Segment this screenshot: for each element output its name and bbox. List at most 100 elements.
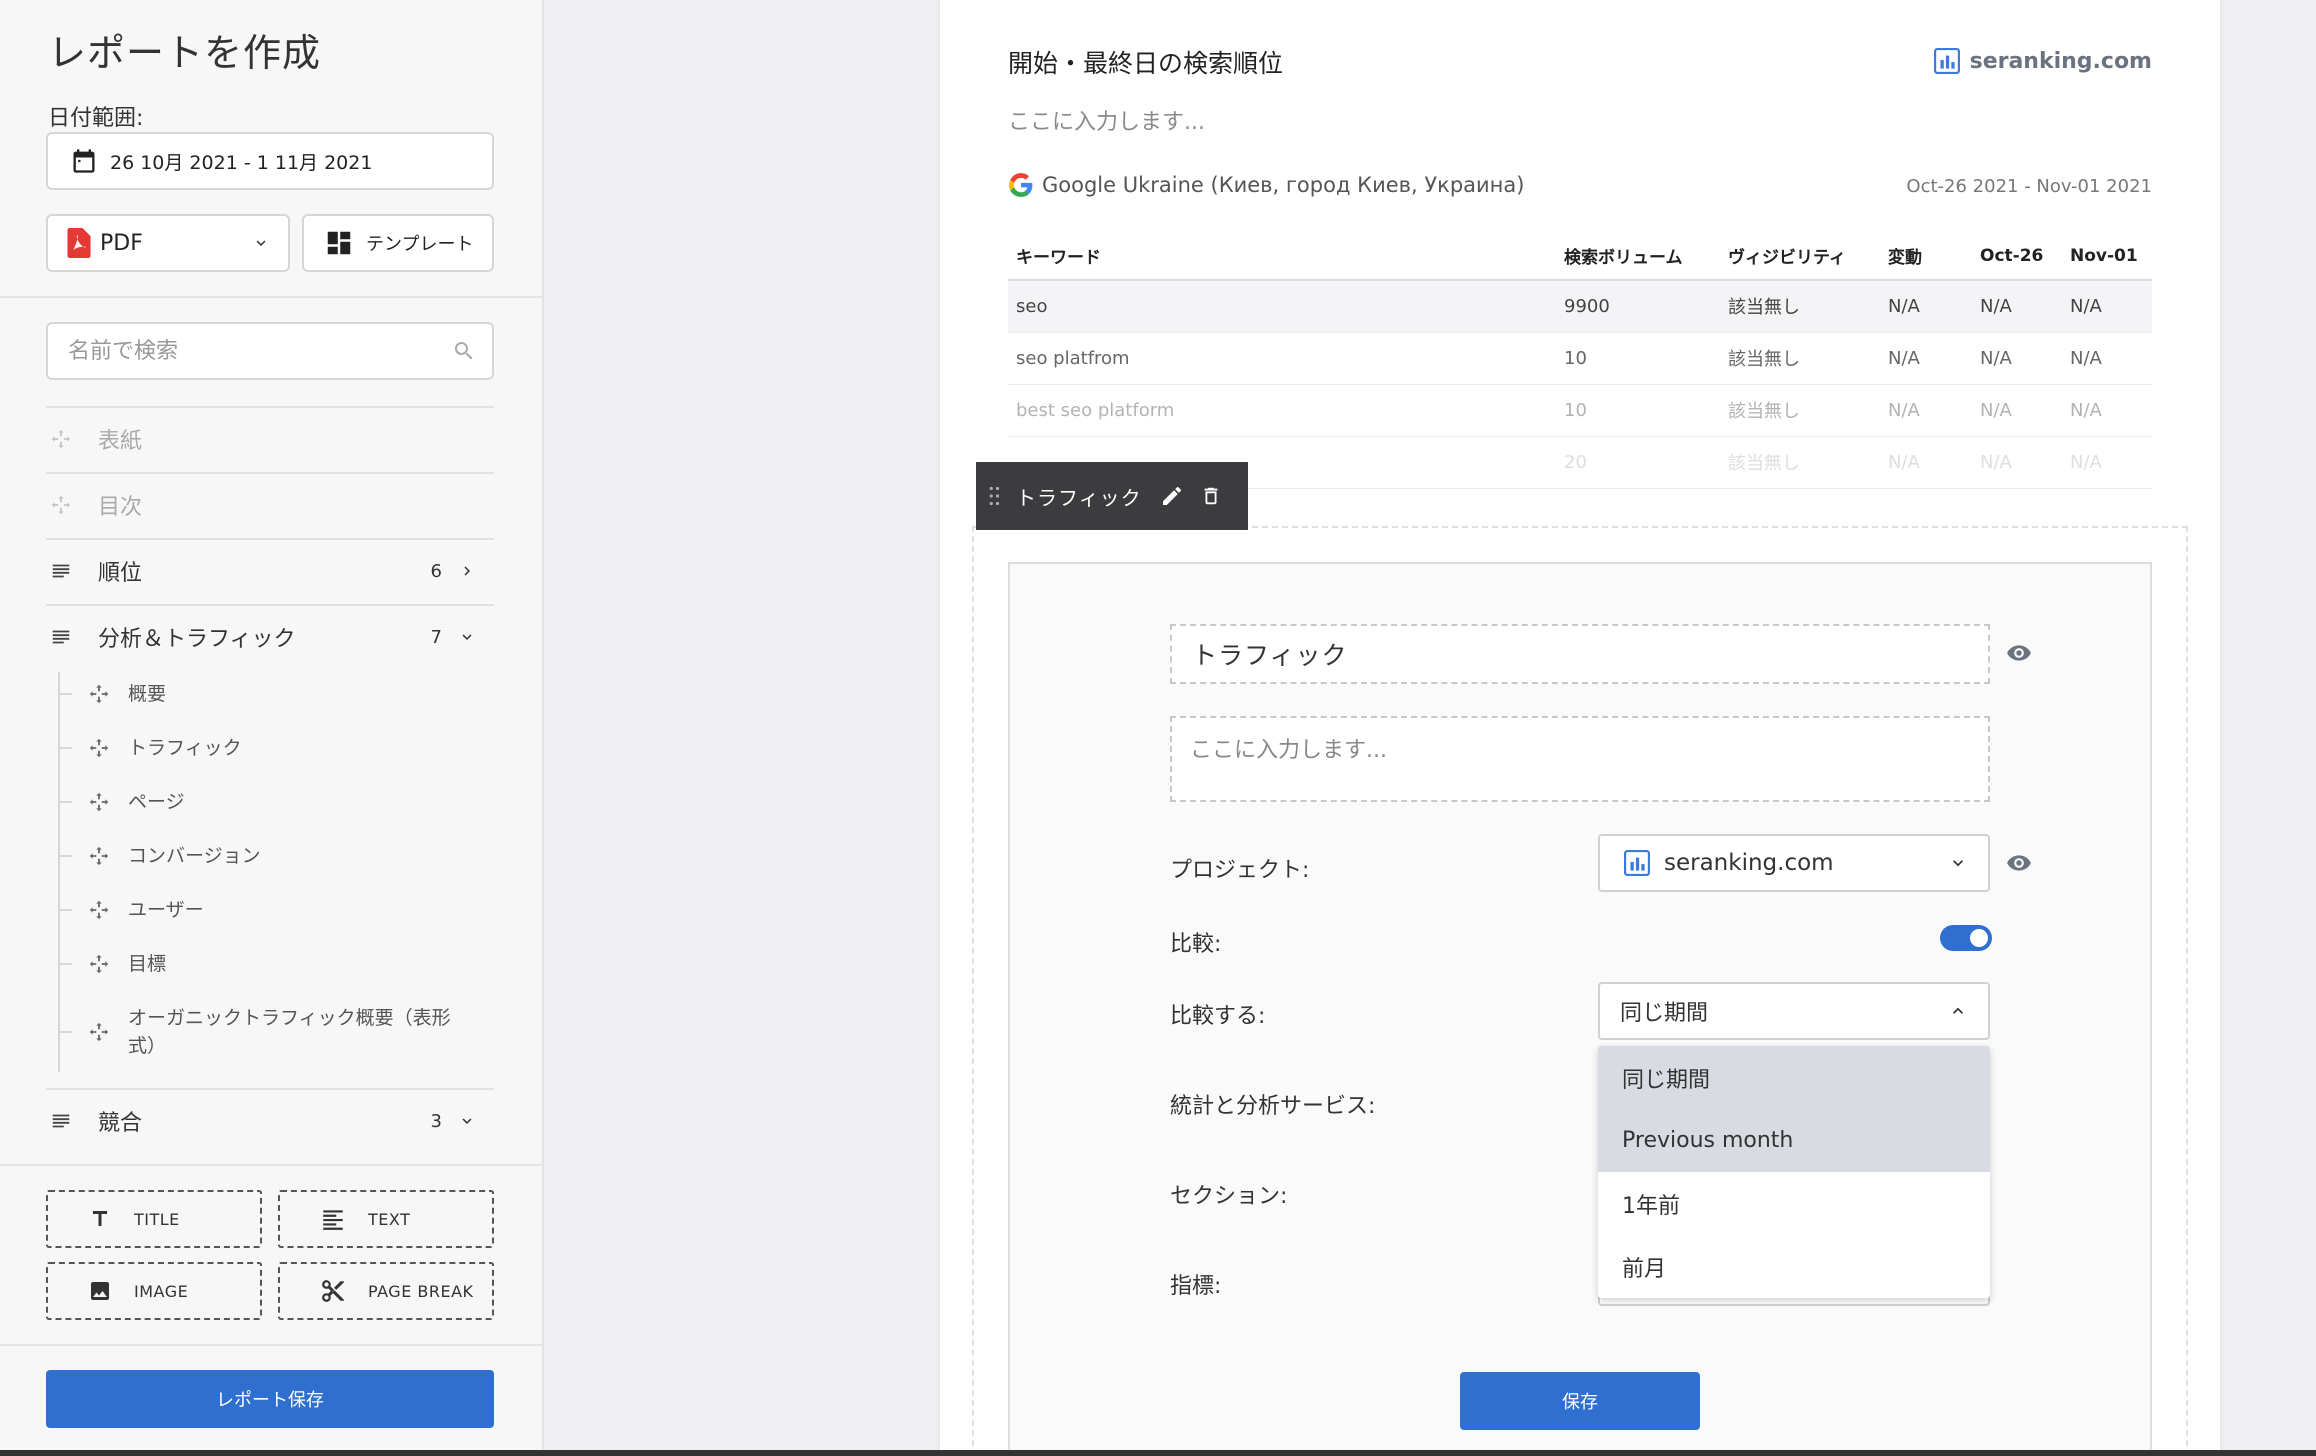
divider bbox=[0, 1344, 542, 1346]
subitem-traffic[interactable]: トラフィック bbox=[58, 734, 498, 762]
block-label: TEXT bbox=[368, 1209, 411, 1229]
sidebar-item-count: 7 bbox=[430, 626, 442, 648]
table-cell: N/A bbox=[1972, 280, 2062, 333]
dropdown-option[interactable]: 1年前 bbox=[1598, 1172, 1990, 1235]
table-cell: seo bbox=[1008, 280, 1556, 333]
chevron-right-icon[interactable] bbox=[458, 562, 486, 580]
template-button-label: テンプレート bbox=[366, 234, 474, 255]
subitem-goals[interactable]: 目標 bbox=[58, 950, 498, 978]
format-select-label: PDF bbox=[100, 230, 143, 256]
sidebar-item-rankings[interactable]: 順位 6 bbox=[46, 538, 494, 602]
dropdown-option[interactable]: 同じ期間 bbox=[1598, 1046, 1990, 1109]
sidebar-item-label: 競合 bbox=[98, 1111, 143, 1136]
sidebar-item-competitors[interactable]: 競合 3 bbox=[46, 1088, 494, 1152]
subitem-users[interactable]: ユーザー bbox=[58, 896, 498, 924]
compare-label: 比較: bbox=[1170, 932, 1222, 957]
calendar-icon bbox=[70, 147, 98, 175]
sidebar-item-cover[interactable]: 表紙 bbox=[46, 406, 494, 470]
sidebar-item-label: 表紙 bbox=[98, 429, 143, 454]
save-report-button[interactable]: レポート保存 bbox=[46, 1370, 494, 1428]
sidebar-item-label: 分析＆トラフィック bbox=[98, 627, 296, 652]
block-text[interactable]: TEXT bbox=[278, 1190, 494, 1248]
compare-with-label: 比較する: bbox=[1170, 1004, 1266, 1029]
drag-move-icon bbox=[88, 899, 110, 921]
table-row: best seo platform 10 該当無し N/A N/A N/A bbox=[1008, 384, 2152, 437]
subitem-organic-traffic-table[interactable]: オーガニックトラフィック概要（表形式） bbox=[58, 1004, 498, 1060]
divider bbox=[0, 1164, 542, 1166]
search-engine: Google Ukraine (Киев, город Киев, Украин… bbox=[1008, 172, 1524, 198]
table-cell: N/A bbox=[1972, 384, 2062, 437]
drag-handle-icon[interactable] bbox=[988, 486, 1002, 506]
scissors-icon bbox=[320, 1278, 346, 1304]
pencil-icon[interactable] bbox=[1160, 484, 1184, 508]
table-cell: 9900 bbox=[1556, 280, 1720, 333]
subitem-label: コンバージョン bbox=[128, 845, 261, 867]
compare-with-value: 同じ期間 bbox=[1620, 1001, 1709, 1026]
section-description-field[interactable] bbox=[1170, 716, 1990, 802]
section-label: セクション: bbox=[1170, 1184, 1288, 1209]
table-cell: N/A bbox=[1880, 384, 1972, 437]
date-range-picker[interactable]: 26 10月 2021 - 1 11月 2021 bbox=[46, 132, 494, 190]
sidebar-item-label: 順位 bbox=[98, 561, 143, 586]
drag-move-icon bbox=[88, 791, 110, 813]
drag-move-icon bbox=[88, 845, 110, 867]
chevron-down-icon[interactable] bbox=[458, 1112, 486, 1130]
report-date-range: Oct-26 2021 - Nov-01 2021 bbox=[1906, 176, 2152, 197]
table-cell: N/A bbox=[2062, 280, 2152, 333]
block-image[interactable]: IMAGE bbox=[46, 1262, 262, 1320]
save-section-button[interactable]: 保存 bbox=[1460, 1372, 1700, 1430]
section-title-input[interactable] bbox=[1192, 639, 1988, 669]
google-icon bbox=[1008, 172, 1034, 198]
drag-move-icon bbox=[88, 953, 110, 975]
sidebar-item-count: 6 bbox=[430, 560, 442, 582]
table-cell: 該当無し bbox=[1720, 384, 1880, 437]
dropdown-option[interactable]: Previous month bbox=[1598, 1109, 1990, 1172]
eye-icon[interactable] bbox=[2006, 850, 2032, 876]
compare-toggle[interactable] bbox=[1940, 925, 1992, 951]
subitem-overview[interactable]: 概要 bbox=[58, 680, 498, 708]
column-header: Oct-26 bbox=[1972, 232, 2062, 281]
title-icon bbox=[88, 1207, 112, 1231]
section-search-input[interactable] bbox=[68, 338, 452, 364]
table-cell: N/A bbox=[1880, 280, 1972, 333]
block-label: PAGE BREAK bbox=[368, 1281, 474, 1301]
sidebar-item-count: 3 bbox=[430, 1110, 442, 1132]
table-cell: N/A bbox=[1880, 332, 1972, 385]
search-engine-label: Google Ukraine (Киев, город Киев, Украин… bbox=[1042, 173, 1525, 197]
template-button[interactable]: テンプレート bbox=[302, 214, 494, 272]
trash-icon[interactable] bbox=[1200, 484, 1222, 508]
chevron-down-icon[interactable] bbox=[458, 628, 486, 646]
pdf-file-icon bbox=[66, 228, 92, 258]
window-bottom-edge bbox=[0, 1450, 2316, 1456]
date-range-value: 26 10月 2021 - 1 11月 2021 bbox=[110, 151, 373, 174]
chevron-up-icon bbox=[1948, 1001, 1968, 1021]
subitem-label: トラフィック bbox=[128, 737, 242, 759]
subitem-conversions[interactable]: コンバージョン bbox=[58, 842, 498, 870]
project-select[interactable]: seranking.com bbox=[1598, 834, 1990, 892]
column-header: キーワード bbox=[1008, 232, 1556, 281]
column-header: Nov-01 bbox=[2062, 232, 2152, 281]
text-icon bbox=[320, 1206, 346, 1232]
section-toolbar: トラフィック bbox=[976, 462, 1248, 530]
table-cell: 20 bbox=[1556, 436, 1720, 489]
format-select[interactable]: PDF bbox=[46, 214, 290, 272]
dropdown-option[interactable]: 前月 bbox=[1598, 1235, 1990, 1298]
eye-icon[interactable] bbox=[2006, 640, 2032, 666]
block-title[interactable]: TITLE bbox=[46, 1190, 262, 1248]
subitem-label: オーガニックトラフィック概要（表形式） bbox=[128, 1007, 451, 1057]
subitem-pages[interactable]: ページ bbox=[58, 788, 498, 816]
table-cell: seo platfrom bbox=[1008, 332, 1556, 385]
column-header: 検索ボリューム bbox=[1556, 232, 1720, 281]
section-description-input[interactable] bbox=[1172, 718, 1988, 800]
compare-with-select[interactable]: 同じ期間 bbox=[1598, 982, 1990, 1040]
section-search[interactable] bbox=[46, 322, 494, 380]
list-icon bbox=[50, 1110, 78, 1132]
image-icon bbox=[88, 1279, 112, 1303]
sidebar-item-analytics-traffic[interactable]: 分析＆トラフィック 7 bbox=[46, 604, 494, 668]
section-title-field[interactable] bbox=[1170, 624, 1990, 684]
sidebar-item-toc[interactable]: 目次 bbox=[46, 472, 494, 536]
block-page-break[interactable]: PAGE BREAK bbox=[278, 1262, 494, 1320]
subitem-label: 概要 bbox=[128, 683, 167, 705]
table-cell: N/A bbox=[2062, 384, 2152, 437]
list-icon bbox=[50, 560, 78, 582]
